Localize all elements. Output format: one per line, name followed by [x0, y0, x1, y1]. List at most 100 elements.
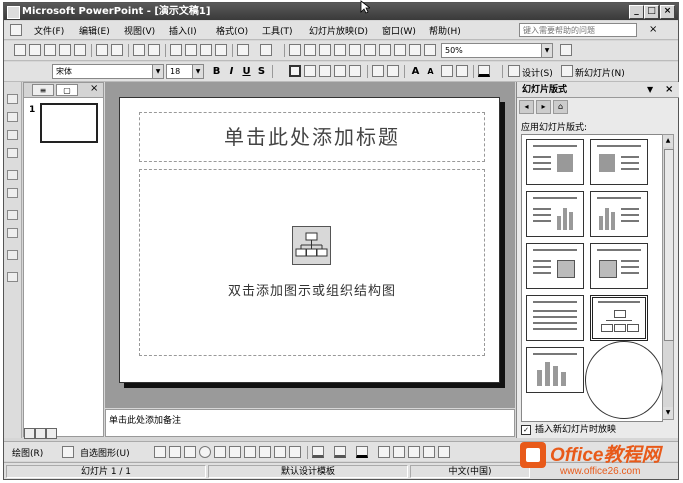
help-search-input[interactable]: 键入需要帮助的问题: [519, 23, 637, 37]
bold-button[interactable]: B: [210, 65, 223, 78]
minimize-button[interactable]: _: [629, 5, 644, 19]
layout-clipart-and-text[interactable]: [590, 139, 648, 185]
format-painter-icon[interactable]: [215, 44, 227, 56]
collapse-icon[interactable]: [7, 170, 18, 180]
arrow-icon[interactable]: [169, 446, 181, 458]
justify-icon[interactable]: [334, 65, 346, 77]
increase-font-button[interactable]: A: [409, 65, 422, 78]
expand-all-icon[interactable]: [7, 228, 18, 238]
layout-title-and-chart[interactable]: [526, 347, 584, 393]
cut-icon[interactable]: [170, 44, 182, 56]
menu-insert[interactable]: 插入(I): [169, 24, 197, 37]
vertical-text-icon[interactable]: [349, 65, 361, 77]
show-on-insert-checkbox[interactable]: ✓ 插入新幻灯片时放映: [521, 422, 616, 435]
expand-all-icon[interactable]: [379, 44, 391, 56]
decrease-font-button[interactable]: A: [424, 65, 437, 78]
research-icon[interactable]: [148, 44, 160, 56]
checkbox-check[interactable]: ✓: [521, 424, 531, 435]
font-size-combo[interactable]: 18 ▼: [166, 64, 204, 79]
textbox-icon[interactable]: [214, 446, 226, 458]
color-grayscale-icon[interactable]: [424, 44, 436, 56]
shadow-style-icon[interactable]: [423, 446, 435, 458]
design-button[interactable]: 设计(S): [522, 66, 553, 79]
new-icon[interactable]: [14, 44, 26, 56]
increase-indent-icon[interactable]: [456, 65, 468, 77]
zoom-combo[interactable]: 50% ▼: [441, 43, 553, 58]
insert-table-icon[interactable]: [304, 44, 316, 56]
decrease-indent-icon[interactable]: [441, 65, 453, 77]
open-icon[interactable]: [29, 44, 41, 56]
line-style-icon[interactable]: [378, 446, 390, 458]
slide-thumbnail[interactable]: [40, 103, 98, 143]
maximize-button[interactable]: □: [644, 5, 659, 19]
align-center-icon[interactable]: [304, 65, 316, 77]
menu-slideshow[interactable]: 幻灯片放映(D): [309, 24, 368, 37]
picture-icon[interactable]: [289, 446, 301, 458]
bullets-icon[interactable]: [387, 65, 399, 77]
tab-outline[interactable]: ≡: [32, 84, 54, 96]
menu-window[interactable]: 窗口(W): [382, 24, 416, 37]
layout-gallery-scrollbar[interactable]: ▲ ▼: [662, 134, 674, 420]
chevron-down-icon[interactable]: ▼: [192, 65, 203, 78]
vertical-textbox-icon[interactable]: [229, 446, 241, 458]
show-formatting-icon[interactable]: [7, 272, 18, 282]
select-arrow-icon[interactable]: [62, 446, 74, 458]
design-icon[interactable]: [508, 65, 520, 77]
font-combo[interactable]: 宋体 ▼: [52, 64, 164, 79]
dash-style-icon[interactable]: [393, 446, 405, 458]
chevron-down-icon[interactable]: ▼: [541, 44, 552, 57]
layout-text-and-chart[interactable]: [526, 191, 584, 237]
show-formatting-icon[interactable]: [394, 44, 406, 56]
demote-icon[interactable]: [7, 112, 18, 122]
oval-icon[interactable]: [199, 446, 211, 458]
normal-view-icon[interactable]: [24, 428, 35, 439]
align-left-icon[interactable]: [289, 65, 301, 77]
promote-icon[interactable]: [7, 94, 18, 104]
autoshapes-menu[interactable]: 自选图形(U): [80, 446, 130, 459]
print-icon[interactable]: [96, 44, 108, 56]
home-icon[interactable]: ⌂: [553, 100, 568, 114]
numbering-icon[interactable]: [372, 65, 384, 77]
expand-icon[interactable]: [7, 188, 18, 198]
body-placeholder[interactable]: 双击添加图示或组织结构图: [139, 169, 485, 356]
new-slide-icon[interactable]: [561, 65, 573, 77]
tab-slides[interactable]: ▢: [56, 84, 78, 96]
title-placeholder[interactable]: 单击此处添加标题: [139, 112, 485, 162]
paste-icon[interactable]: [200, 44, 212, 56]
document-icon[interactable]: [10, 24, 22, 36]
tables-borders-icon[interactable]: [319, 44, 331, 56]
template-name[interactable]: 默认设计模板: [208, 465, 408, 478]
notes-pane[interactable]: 单击此处添加备注: [105, 409, 515, 437]
task-pane-close-icon[interactable]: ×: [665, 82, 673, 98]
insert-wordart-icon[interactable]: [334, 44, 346, 56]
italic-button[interactable]: I: [225, 65, 238, 78]
draw-menu[interactable]: 绘图(R): [12, 446, 43, 459]
underline-button[interactable]: U: [240, 65, 253, 78]
forward-icon[interactable]: ▸: [536, 100, 551, 114]
scrollbar-thumb[interactable]: [664, 149, 674, 341]
layout-title-and-table[interactable]: [526, 295, 584, 341]
undo-icon[interactable]: [237, 44, 249, 56]
menu-file[interactable]: 文件(F): [34, 24, 64, 37]
arrow-style-icon[interactable]: [408, 446, 420, 458]
layout-media-and-text[interactable]: [590, 243, 648, 289]
line-color-icon[interactable]: [334, 446, 346, 458]
doc-close-icon[interactable]: ×: [649, 24, 657, 35]
scroll-up-icon[interactable]: ▲: [663, 135, 673, 147]
menu-format[interactable]: 格式(O): [216, 24, 248, 37]
layout-text-and-media[interactable]: [526, 243, 584, 289]
align-right-icon[interactable]: [319, 65, 331, 77]
clipart-icon[interactable]: [274, 446, 286, 458]
insert-diagram-icon[interactable]: [349, 44, 361, 56]
layout-title-and-diagram[interactable]: [590, 295, 648, 341]
insert-picture-icon[interactable]: [364, 44, 376, 56]
layout-chart-and-text[interactable]: [590, 191, 648, 237]
move-up-icon[interactable]: [7, 130, 18, 140]
menu-help[interactable]: 帮助(H): [429, 24, 461, 37]
menu-edit[interactable]: 编辑(E): [79, 24, 110, 37]
font-color-icon[interactable]: [356, 446, 368, 458]
diagram-icon[interactable]: [259, 446, 271, 458]
back-icon[interactable]: ◂: [519, 100, 534, 114]
org-chart-icon[interactable]: [292, 226, 331, 265]
task-pane-dropdown-icon[interactable]: ▼: [647, 82, 653, 98]
